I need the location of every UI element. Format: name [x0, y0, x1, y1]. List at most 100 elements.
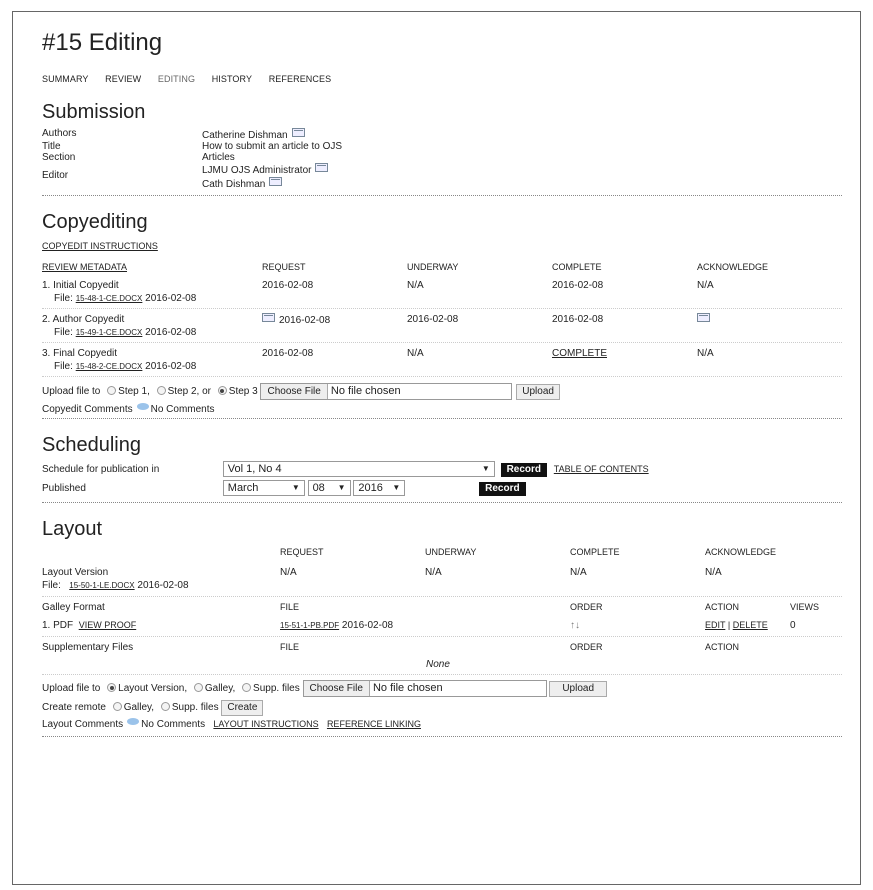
table-of-contents-link[interactable]: TABLE OF CONTENTS — [554, 464, 649, 474]
copyedit-step-label: 3. Final Copyedit — [42, 348, 118, 359]
layout-version-label: Layout Version — [42, 567, 109, 578]
acknowledge-value: N/A — [697, 348, 714, 359]
reference-linking-link[interactable]: REFERENCE LINKING — [327, 719, 421, 729]
email-icon[interactable] — [262, 313, 275, 322]
step1-radio[interactable] — [107, 386, 117, 396]
issue-select[interactable]: Vol 1, No 4 ▼ — [222, 461, 495, 478]
layout-instructions-link[interactable]: LAYOUT INSTRUCTIONS — [213, 719, 318, 729]
choose-file-button[interactable]: Choose File — [261, 384, 328, 399]
divider — [42, 342, 842, 343]
request-date: 2016-02-08 — [262, 348, 314, 359]
acknowledge-value: N/A — [697, 280, 714, 291]
upload-button[interactable]: Upload — [516, 384, 560, 401]
supp-files-radio[interactable] — [242, 683, 252, 693]
comment-icon[interactable] — [127, 718, 140, 725]
email-icon[interactable] — [697, 313, 710, 322]
col-action: ACTION — [705, 602, 740, 612]
dropdown-arrow-icon: ▼ — [392, 483, 401, 492]
submission-table: Authors Catherine Dishman Title How to s… — [42, 128, 842, 191]
file-link[interactable]: 15-48-2-CE.DOCX — [76, 362, 143, 371]
record-button[interactable]: Record — [500, 463, 548, 477]
email-icon[interactable] — [315, 163, 329, 172]
divider — [42, 502, 842, 503]
complete-link[interactable]: COMPLETE — [552, 348, 607, 359]
layout-version-radio[interactable] — [107, 683, 117, 693]
comment-icon[interactable] — [136, 403, 149, 410]
dropdown-arrow-icon: ▼ — [481, 464, 490, 474]
galley-radio[interactable] — [193, 683, 203, 693]
year-select[interactable]: 2016 ▼ — [353, 480, 406, 496]
upload-button[interactable]: Upload — [549, 681, 608, 698]
table-row: 1. Initial Copyedit File: 15-48-1-CE.DOC… — [42, 279, 842, 305]
comments-value: No Comments — [150, 404, 215, 415]
create-button[interactable]: Create — [221, 700, 264, 716]
col-request: REQUEST — [262, 262, 306, 272]
review-metadata-link[interactable]: REVIEW METADATA — [42, 262, 127, 272]
editing-page: #15 Editing SUMMARY REVIEW EDITING HISTO… — [42, 26, 842, 737]
edit-link[interactable]: EDIT — [705, 620, 725, 630]
remote-supp-option: Supp. files — [171, 702, 219, 713]
complete-value: N/A — [570, 567, 587, 578]
tab-editing[interactable]: EDITING — [158, 74, 195, 84]
record-button[interactable]: Record — [479, 481, 526, 496]
email-icon[interactable] — [269, 177, 283, 186]
tab-review[interactable]: REVIEW — [105, 74, 141, 84]
tab-summary[interactable]: SUMMARY — [42, 74, 89, 84]
delete-link[interactable]: DELETE — [733, 620, 768, 630]
comments-label: Layout Comments — [42, 719, 124, 730]
month-value: March — [227, 482, 259, 494]
author-name: Catherine Dishman — [202, 130, 288, 141]
file-input[interactable]: Choose File No file chosen — [302, 680, 547, 697]
tab-history[interactable]: HISTORY — [212, 74, 252, 84]
day-select[interactable]: 08 ▼ — [307, 480, 351, 496]
galley-date: 2016-02-08 — [341, 620, 394, 631]
file-link[interactable]: 15-48-1-CE.DOCX — [76, 294, 143, 303]
file-link[interactable]: 15-49-1-CE.DOCX — [76, 328, 143, 337]
comments-value: No Comments — [141, 719, 206, 730]
col-file: FILE — [280, 602, 300, 612]
order-arrows-icon[interactable]: ↑↓ — [570, 620, 705, 631]
remote-galley-option: Galley, — [123, 702, 155, 713]
galley-file-link[interactable]: 15-51-1-PB.PDF — [280, 621, 339, 630]
col-order: ORDER — [570, 602, 603, 612]
editor-name: Cath Dishman — [202, 179, 266, 190]
no-file-text: No file chosen — [372, 682, 443, 694]
remote-galley-radio[interactable] — [112, 702, 122, 711]
authors-value: Catherine Dishman — [202, 128, 842, 141]
editor-label: Editor — [42, 170, 69, 181]
month-select[interactable]: March ▼ — [222, 480, 305, 496]
supp-files-option: Supp. files — [253, 683, 300, 695]
col-complete: COMPLETE — [552, 262, 602, 272]
copyedit-instructions-link[interactable]: COPYEDIT INSTRUCTIONS — [42, 241, 158, 251]
col-views: VIEWS — [790, 602, 820, 612]
remote-supp-radio[interactable] — [160, 702, 170, 711]
col-file: FILE — [280, 642, 300, 652]
dropdown-arrow-icon: ▼ — [337, 483, 346, 492]
table-row: 3. Final Copyedit File: 15-48-2-CE.DOCX … — [42, 347, 842, 373]
file-input[interactable]: Choose File No file chosen — [260, 383, 513, 400]
col-request: REQUEST — [280, 547, 324, 557]
layout-heading: Layout — [42, 518, 103, 540]
divider — [42, 736, 842, 737]
underway-value: N/A — [407, 280, 424, 291]
col-acknowledge: ACKNOWLEDGE — [697, 262, 769, 272]
step3-radio[interactable] — [217, 386, 227, 396]
layout-header: REQUEST UNDERWAY COMPLETE ACKNOWLEDGE — [42, 547, 842, 557]
file-label: File: — [54, 293, 73, 304]
galley-option: Galley, — [204, 683, 236, 695]
choose-file-button[interactable]: Choose File — [303, 681, 370, 696]
section-label: Section — [42, 152, 76, 163]
view-proof-link[interactable]: VIEW PROOF — [79, 620, 137, 630]
year-value: 2016 — [358, 482, 383, 494]
comments-label: Copyedit Comments — [42, 404, 133, 415]
scheduling-heading: Scheduling — [42, 434, 141, 456]
editor-name: LJMU OJS Administrator — [202, 165, 312, 176]
submission-heading: Submission — [42, 101, 146, 123]
tab-references[interactable]: REFERENCES — [269, 74, 332, 84]
step2-radio[interactable] — [156, 386, 166, 396]
file-date: 2016-02-08 — [145, 327, 197, 338]
email-icon[interactable] — [291, 128, 305, 137]
copyedit-comments: Copyedit Comments No Comments — [42, 403, 842, 415]
underway-value: N/A — [425, 567, 442, 578]
file-link[interactable]: 15-50-1-LE.DOCX — [69, 581, 134, 590]
